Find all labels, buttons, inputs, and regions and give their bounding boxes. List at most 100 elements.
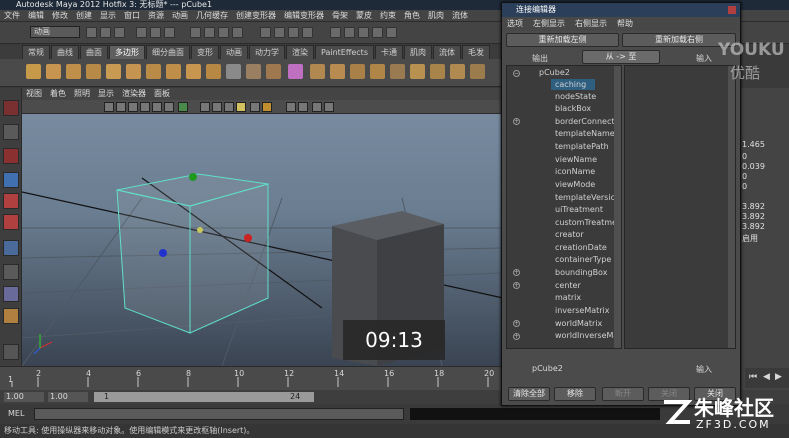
ambient-occlusion-icon[interactable]: [262, 102, 272, 112]
resolution-gate-icon[interactable]: [178, 102, 188, 112]
play-forward-icon[interactable]: ▶: [775, 372, 782, 382]
select-object-icon[interactable]: [150, 27, 161, 38]
menu-item[interactable]: 肌肉: [424, 10, 448, 22]
range-start2-field[interactable]: 1.00: [48, 392, 88, 402]
right-attribute-list[interactable]: [624, 65, 736, 349]
outliner-layout-icon[interactable]: [3, 344, 19, 360]
attribute-item[interactable]: uiTreatment: [555, 205, 603, 214]
input-field-icon[interactable]: [386, 27, 397, 38]
camera-icon[interactable]: [104, 102, 114, 112]
layout-quad-icon[interactable]: [3, 308, 19, 324]
expand-icon[interactable]: +: [513, 320, 520, 327]
menu-item[interactable]: 创建: [72, 10, 96, 22]
menu-item[interactable]: 创建变形器: [232, 10, 280, 22]
reload-left-button[interactable]: 重新加载左侧: [506, 33, 619, 47]
panel-menu-item[interactable]: 视图: [22, 88, 46, 100]
input-field-icon[interactable]: [330, 27, 341, 38]
shelf-tab[interactable]: 多边形: [109, 45, 145, 60]
panel-menu-item[interactable]: 面板: [150, 88, 174, 100]
step-back-icon[interactable]: ⏮: [749, 372, 757, 382]
shelf-tab[interactable]: 渲染: [286, 45, 314, 60]
poly-plane-icon[interactable]: [106, 64, 121, 79]
render-settings-icon[interactable]: [302, 27, 313, 38]
open-scene-icon[interactable]: [100, 27, 111, 38]
panel-menu-item[interactable]: 显示: [94, 88, 118, 100]
extract-icon[interactable]: [266, 64, 281, 79]
menu-item[interactable]: 文件: [0, 10, 24, 22]
menu-item[interactable]: 动画: [168, 10, 192, 22]
channel-value[interactable]: 0.039: [742, 162, 765, 171]
select-component-icon[interactable]: [164, 27, 175, 38]
menu-item[interactable]: 编辑: [24, 10, 48, 22]
shelf-tab[interactable]: 肌肉: [404, 45, 432, 60]
range-start-field[interactable]: 1.00: [4, 392, 44, 402]
new-scene-icon[interactable]: [86, 27, 97, 38]
poly-cone-icon[interactable]: [86, 64, 101, 79]
clear-all-button[interactable]: 清除全部: [508, 387, 550, 401]
poly-cube-icon[interactable]: [46, 64, 61, 79]
channel-value[interactable]: 3.892: [742, 202, 765, 211]
channel-value[interactable]: 0: [742, 172, 747, 181]
range-bar[interactable]: 1 24: [94, 392, 314, 402]
render-icon[interactable]: [274, 27, 285, 38]
smooth-icon[interactable]: [288, 64, 303, 79]
menu-item[interactable]: 流体: [448, 10, 472, 22]
panel-menu-item[interactable]: 着色: [46, 88, 70, 100]
close-icon[interactable]: [728, 6, 736, 14]
ce-menu-item[interactable]: 右侧显示: [570, 17, 612, 31]
shelf-tab[interactable]: 曲线: [51, 45, 79, 60]
poly-pyramid-icon[interactable]: [166, 64, 181, 79]
xray-joints-icon[interactable]: [312, 102, 322, 112]
attribute-item[interactable]: creator: [555, 230, 584, 239]
lights-icon[interactable]: [236, 102, 246, 112]
shelf-tab[interactable]: 变形: [191, 45, 219, 60]
smooth-shade-icon[interactable]: [212, 102, 222, 112]
attribute-item[interactable]: boundingBox: [555, 268, 607, 277]
split-icon[interactable]: [370, 64, 385, 79]
xray-components-icon[interactable]: [324, 102, 334, 112]
menu-item[interactable]: 角色: [400, 10, 424, 22]
film-gate-icon[interactable]: [164, 102, 174, 112]
bevel-icon[interactable]: [450, 64, 465, 79]
wireframe-icon[interactable]: [200, 102, 210, 112]
attribute-item[interactable]: worldInverseMatrix: [555, 331, 621, 340]
attribute-item[interactable]: customTreatment: [555, 218, 621, 227]
menu-item[interactable]: 几何缓存: [192, 10, 232, 22]
shelf-tab[interactable]: 常规: [22, 45, 50, 60]
scale-tool-icon[interactable]: [3, 214, 19, 230]
input-field-icon[interactable]: [344, 27, 355, 38]
menu-item[interactable]: 编辑变形器: [280, 10, 328, 22]
extrude-icon[interactable]: [330, 64, 345, 79]
panel-menu-item[interactable]: 渲染器: [118, 88, 150, 100]
channel-value[interactable]: 3.892: [742, 222, 765, 231]
attribute-item[interactable]: templatePath: [555, 142, 609, 151]
ce-menu-item[interactable]: 帮助: [612, 17, 638, 31]
time-slider[interactable]: 1 2 4 6 8 10 12 14 16 18 20: [0, 366, 503, 390]
bookmark-icon[interactable]: [128, 102, 138, 112]
menu-item[interactable]: 资源: [144, 10, 168, 22]
last-tool-icon[interactable]: [3, 264, 19, 280]
shelf-tab[interactable]: 细分曲面: [146, 45, 190, 60]
manipulator-icon[interactable]: [3, 240, 19, 256]
xray-icon[interactable]: [298, 102, 308, 112]
insert-edge-loop-icon[interactable]: [390, 64, 405, 79]
append-icon[interactable]: [350, 64, 365, 79]
attribute-item[interactable]: caching: [555, 80, 586, 89]
bridge-icon[interactable]: [310, 64, 325, 79]
input-field-icon[interactable]: [372, 27, 383, 38]
layout-single-icon[interactable]: [3, 286, 19, 302]
mirror-icon[interactable]: [470, 64, 485, 79]
snap-surface-icon[interactable]: [232, 27, 243, 38]
attribute-item[interactable]: matrix: [555, 293, 581, 302]
mel-input[interactable]: [34, 408, 404, 420]
expand-icon[interactable]: +: [513, 269, 520, 276]
mode-select[interactable]: 动画: [30, 26, 80, 38]
shelf-tab[interactable]: 毛发: [462, 45, 490, 60]
attribute-item[interactable]: nodeState: [555, 92, 596, 101]
merge-icon[interactable]: [430, 64, 445, 79]
ce-menu-item[interactable]: 选项: [502, 17, 528, 31]
play-back-icon[interactable]: ◀: [763, 372, 770, 382]
attribute-item[interactable]: blackBox: [555, 104, 591, 113]
menu-item[interactable]: 蒙皮: [352, 10, 376, 22]
menu-item[interactable]: 窗口: [120, 10, 144, 22]
